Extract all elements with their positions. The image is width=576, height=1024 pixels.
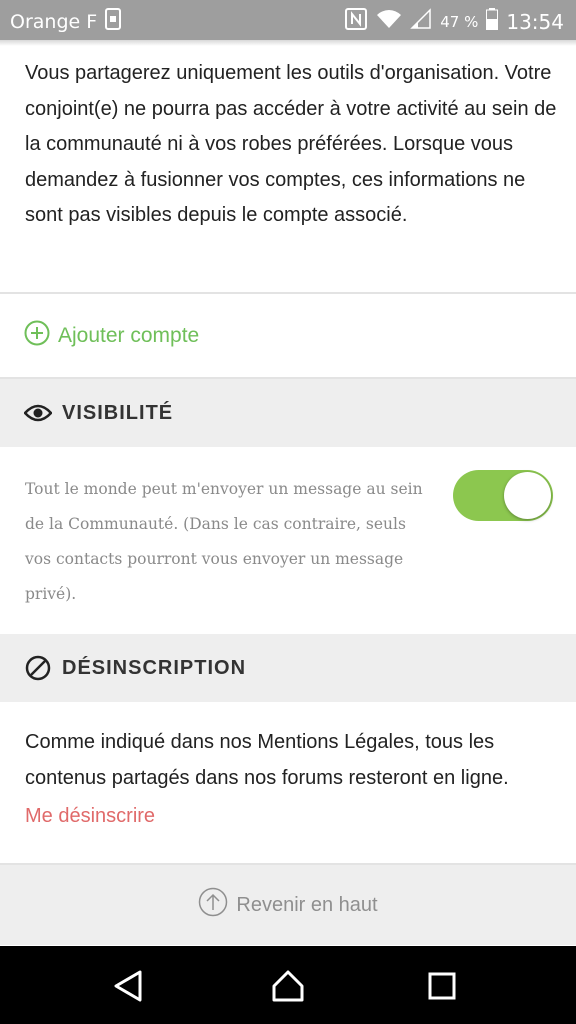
status-bar-shadow bbox=[0, 40, 576, 46]
carrier-name: Orange F bbox=[10, 10, 98, 33]
unsubscribe-info-text: Comme indiqué dans nos Mentions Légales,… bbox=[25, 731, 509, 789]
forbidden-icon bbox=[24, 654, 52, 682]
visibility-section-header: VISIBILITÉ bbox=[0, 379, 576, 447]
home-icon bbox=[272, 970, 304, 1002]
visibility-description: Tout le monde peut m'envoyer un message … bbox=[25, 480, 423, 603]
home-nav-button[interactable] bbox=[270, 968, 306, 1004]
status-bar: Orange F 47 % 13:54 bbox=[0, 0, 576, 40]
wifi-icon bbox=[376, 8, 402, 35]
sharing-info-text: Vous partagerez uniquement les outils d'… bbox=[25, 62, 557, 226]
clock: 13:54 bbox=[506, 9, 564, 34]
plus-circle-icon bbox=[24, 320, 50, 352]
navigation-bar bbox=[0, 946, 576, 1024]
visibility-toggle[interactable] bbox=[453, 470, 553, 521]
unsubscribe-title: DÉSINSCRIPTION bbox=[62, 656, 247, 679]
back-triangle-icon bbox=[114, 970, 142, 1002]
footer: Revenir en haut bbox=[0, 865, 576, 945]
battery-icon bbox=[486, 8, 499, 35]
divider bbox=[0, 292, 576, 294]
add-account-button[interactable]: Ajouter compte bbox=[24, 320, 199, 352]
back-nav-button[interactable] bbox=[110, 968, 146, 1004]
toggle-knob bbox=[504, 472, 551, 519]
eye-icon bbox=[24, 399, 52, 427]
signal-icon bbox=[410, 8, 432, 35]
recents-square-icon bbox=[428, 972, 456, 1000]
nfc-icon bbox=[344, 7, 368, 36]
screenshot-notification-icon bbox=[105, 8, 122, 35]
visibility-title: VISIBILITÉ bbox=[62, 401, 174, 424]
unsubscribe-section-header: DÉSINSCRIPTION bbox=[0, 634, 576, 702]
battery-percent: 47 % bbox=[440, 12, 479, 31]
back-to-top-label: Revenir en haut bbox=[236, 893, 378, 916]
recents-nav-button[interactable] bbox=[424, 968, 460, 1004]
add-account-label: Ajouter compte bbox=[58, 324, 200, 347]
back-to-top-button[interactable]: Revenir en haut bbox=[198, 887, 378, 923]
arrow-up-circle-icon bbox=[198, 887, 228, 923]
unsubscribe-link[interactable]: Me désinscrire bbox=[25, 805, 155, 828]
